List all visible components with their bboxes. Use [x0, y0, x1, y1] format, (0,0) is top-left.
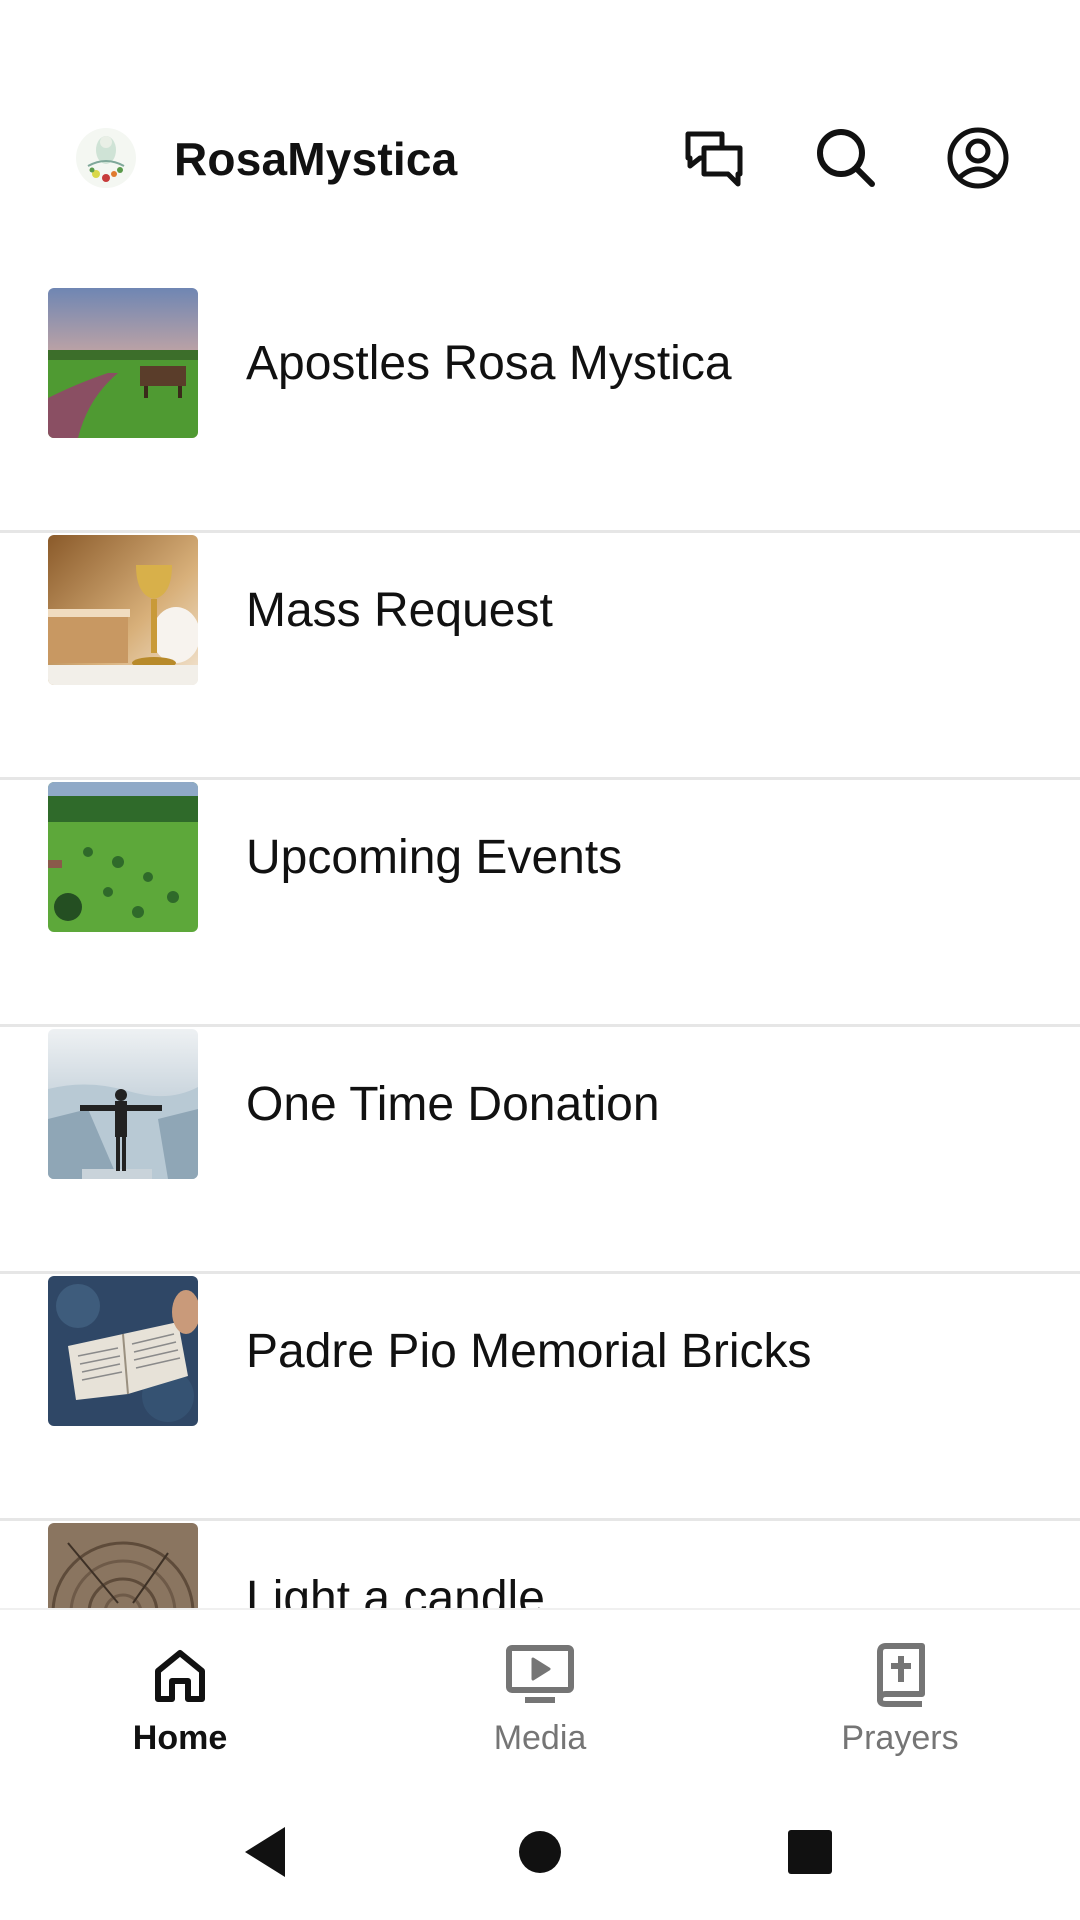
search-icon: [814, 126, 878, 195]
rosa-mystica-logo-icon: [74, 126, 138, 190]
list-item-light-a-candle[interactable]: Light a candle: [0, 1521, 1080, 1608]
nav-tab-home[interactable]: Home: [0, 1610, 360, 1790]
nav-tab-prayers[interactable]: Prayers: [720, 1610, 1080, 1790]
prayer-book-icon: [865, 1640, 935, 1710]
home-icon: [145, 1640, 215, 1710]
list-item-label: Padre Pio Memorial Bricks: [246, 1325, 812, 1378]
list-item-one-time-donation[interactable]: One Time Donation: [0, 1027, 1080, 1274]
list-item-padre-pio[interactable]: Padre Pio Memorial Bricks: [0, 1274, 1080, 1521]
app-title: RosaMystica: [174, 133, 458, 185]
account-button[interactable]: [940, 122, 1016, 198]
green-valley-thumbnail: [48, 782, 198, 932]
list-item-label: Apostles Rosa Mystica: [246, 337, 732, 390]
nav-label-prayers: Prayers: [841, 1719, 959, 1757]
recents-square-icon: [787, 1829, 833, 1880]
list-item-label: Mass Request: [246, 584, 553, 637]
list-item-label: Light a candle: [246, 1572, 545, 1608]
system-back-button[interactable]: [218, 1806, 314, 1902]
list-item-label: One Time Donation: [246, 1078, 660, 1131]
menu-list: Apostles Rosa Mystica Mass Request Upcom…: [0, 286, 1080, 1608]
account-circle-icon: [946, 126, 1010, 195]
back-triangle-icon: [241, 1825, 291, 1884]
wood-texture-thumbnail: [48, 1523, 198, 1608]
bottom-navigation: Home Media Prayers: [0, 1608, 1080, 1790]
list-item-upcoming-events[interactable]: Upcoming Events: [0, 780, 1080, 1027]
search-button[interactable]: [808, 122, 884, 198]
open-bible-thumbnail: [48, 1276, 198, 1426]
chalice-thumbnail: [48, 535, 198, 685]
man-on-cliff-thumbnail: [48, 1029, 198, 1179]
list-item-mass-request[interactable]: Mass Request: [0, 533, 1080, 780]
list-item-apostles[interactable]: Apostles Rosa Mystica: [0, 286, 1080, 533]
system-navigation-bar: [0, 1788, 1080, 1920]
nav-label-home: Home: [132, 1719, 228, 1757]
garden-path-thumbnail: [48, 288, 198, 438]
chat-button[interactable]: [676, 122, 752, 198]
app-screen: RosaMystica Apostles Rosa Mystica Mass R…: [0, 0, 1080, 1920]
nav-label-media: Media: [493, 1719, 587, 1757]
app-header: RosaMystica: [0, 104, 1080, 214]
nav-tab-media[interactable]: Media: [360, 1610, 720, 1790]
system-home-button[interactable]: [492, 1806, 588, 1902]
chat-bubbles-icon: [682, 126, 746, 195]
home-circle-icon: [517, 1829, 563, 1880]
system-recents-button[interactable]: [762, 1806, 858, 1902]
media-tv-icon: [505, 1640, 575, 1710]
list-item-label: Upcoming Events: [246, 831, 623, 884]
